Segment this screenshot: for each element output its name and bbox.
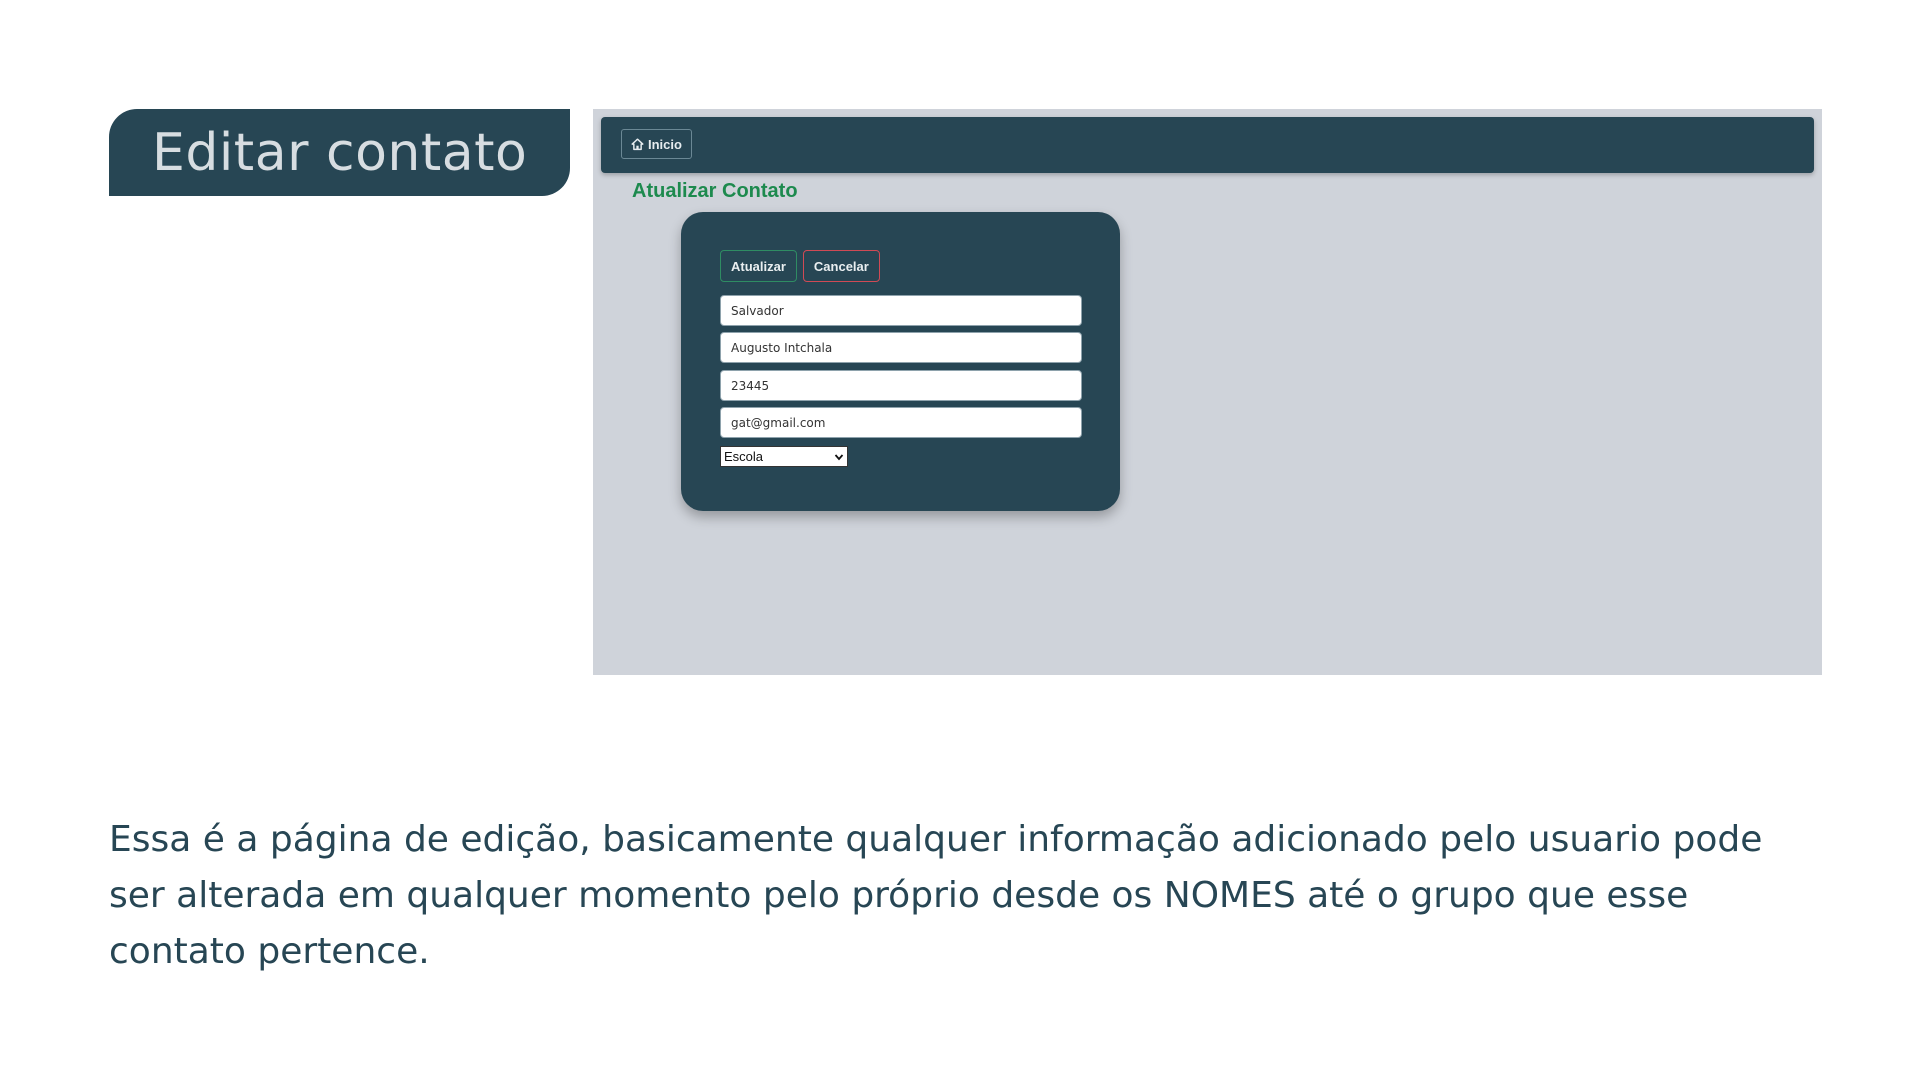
cancel-button[interactable]: Cancelar bbox=[802, 250, 880, 282]
last-name-input[interactable] bbox=[720, 332, 1082, 363]
home-icon bbox=[631, 137, 644, 150]
page-heading: Atualizar Contato bbox=[632, 180, 798, 202]
form-actions: Atualizar Cancelar bbox=[720, 250, 880, 282]
slide-title: Editar contato bbox=[152, 122, 528, 183]
slide-title-tab: Editar contato bbox=[109, 109, 570, 196]
app-screenshot: Inicio Atualizar Contato Atualizar Cance… bbox=[593, 109, 1822, 675]
first-name-input[interactable] bbox=[720, 295, 1082, 326]
group-select[interactable]: Escola bbox=[720, 446, 848, 467]
phone-input[interactable] bbox=[720, 370, 1082, 401]
home-button[interactable]: Inicio bbox=[621, 129, 692, 159]
slide-description: Essa é a página de edição, basicamente q… bbox=[109, 819, 1763, 972]
navbar: Inicio bbox=[601, 117, 1814, 173]
chevron-down-icon bbox=[834, 453, 844, 460]
email-input[interactable] bbox=[720, 407, 1082, 438]
group-select-value: Escola bbox=[724, 449, 764, 464]
home-button-label: Inicio bbox=[648, 136, 682, 152]
edit-contact-card: Atualizar Cancelar Escola bbox=[681, 212, 1120, 511]
update-button[interactable]: Atualizar bbox=[720, 250, 797, 282]
